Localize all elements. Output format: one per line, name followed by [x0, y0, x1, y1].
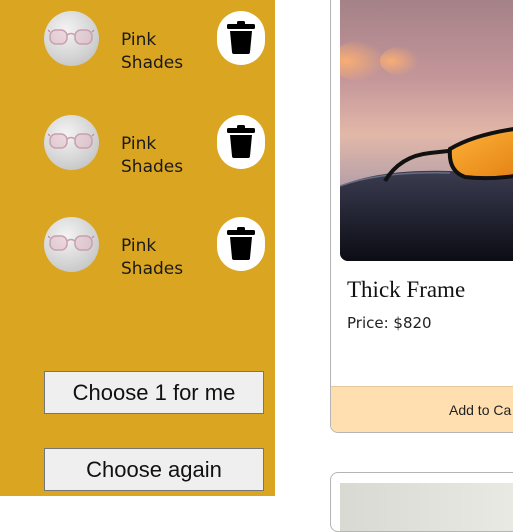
- product-thumbnail: [44, 217, 99, 272]
- product-thumbnail: [44, 11, 99, 66]
- delete-button[interactable]: [217, 217, 265, 271]
- cart-item: Pink Shades: [0, 11, 275, 81]
- trash-icon: [227, 125, 255, 158]
- glasses-icon: [48, 133, 95, 149]
- product-title: Thick Frame: [347, 277, 466, 302]
- cart-item: Pink Shades: [0, 217, 275, 287]
- cart-item: Pink Shades: [0, 115, 275, 185]
- glasses-icon: [48, 29, 95, 45]
- cart-item-name: Pink Shades: [121, 236, 184, 279]
- add-to-cart-button[interactable]: Add to Ca: [331, 386, 513, 432]
- glasses-icon: [48, 235, 95, 251]
- add-to-cart-label: Add to Ca: [449, 402, 512, 418]
- product-price: Price: $820: [347, 314, 432, 332]
- sunglasses-photo: [340, 0, 513, 261]
- choose-one-button[interactable]: Choose 1 for me: [44, 371, 264, 414]
- cart-item-name: Pink Shades: [121, 30, 184, 73]
- delete-button[interactable]: [217, 115, 265, 169]
- delete-button[interactable]: [217, 11, 265, 65]
- product-card: [330, 472, 513, 532]
- trash-icon: [227, 227, 255, 260]
- cart-item-name: Pink Shades: [121, 134, 184, 177]
- cart-sidebar: Pink Shades Pink Shades Pink Shades Choo…: [0, 0, 275, 496]
- product-image: [340, 483, 513, 531]
- product-thumbnail: [44, 115, 99, 170]
- trash-icon: [227, 21, 255, 54]
- product-card: Thick Frame Price: $820 Add to Ca: [330, 0, 513, 433]
- product-image: [340, 0, 513, 261]
- choose-again-button[interactable]: Choose again: [44, 448, 264, 491]
